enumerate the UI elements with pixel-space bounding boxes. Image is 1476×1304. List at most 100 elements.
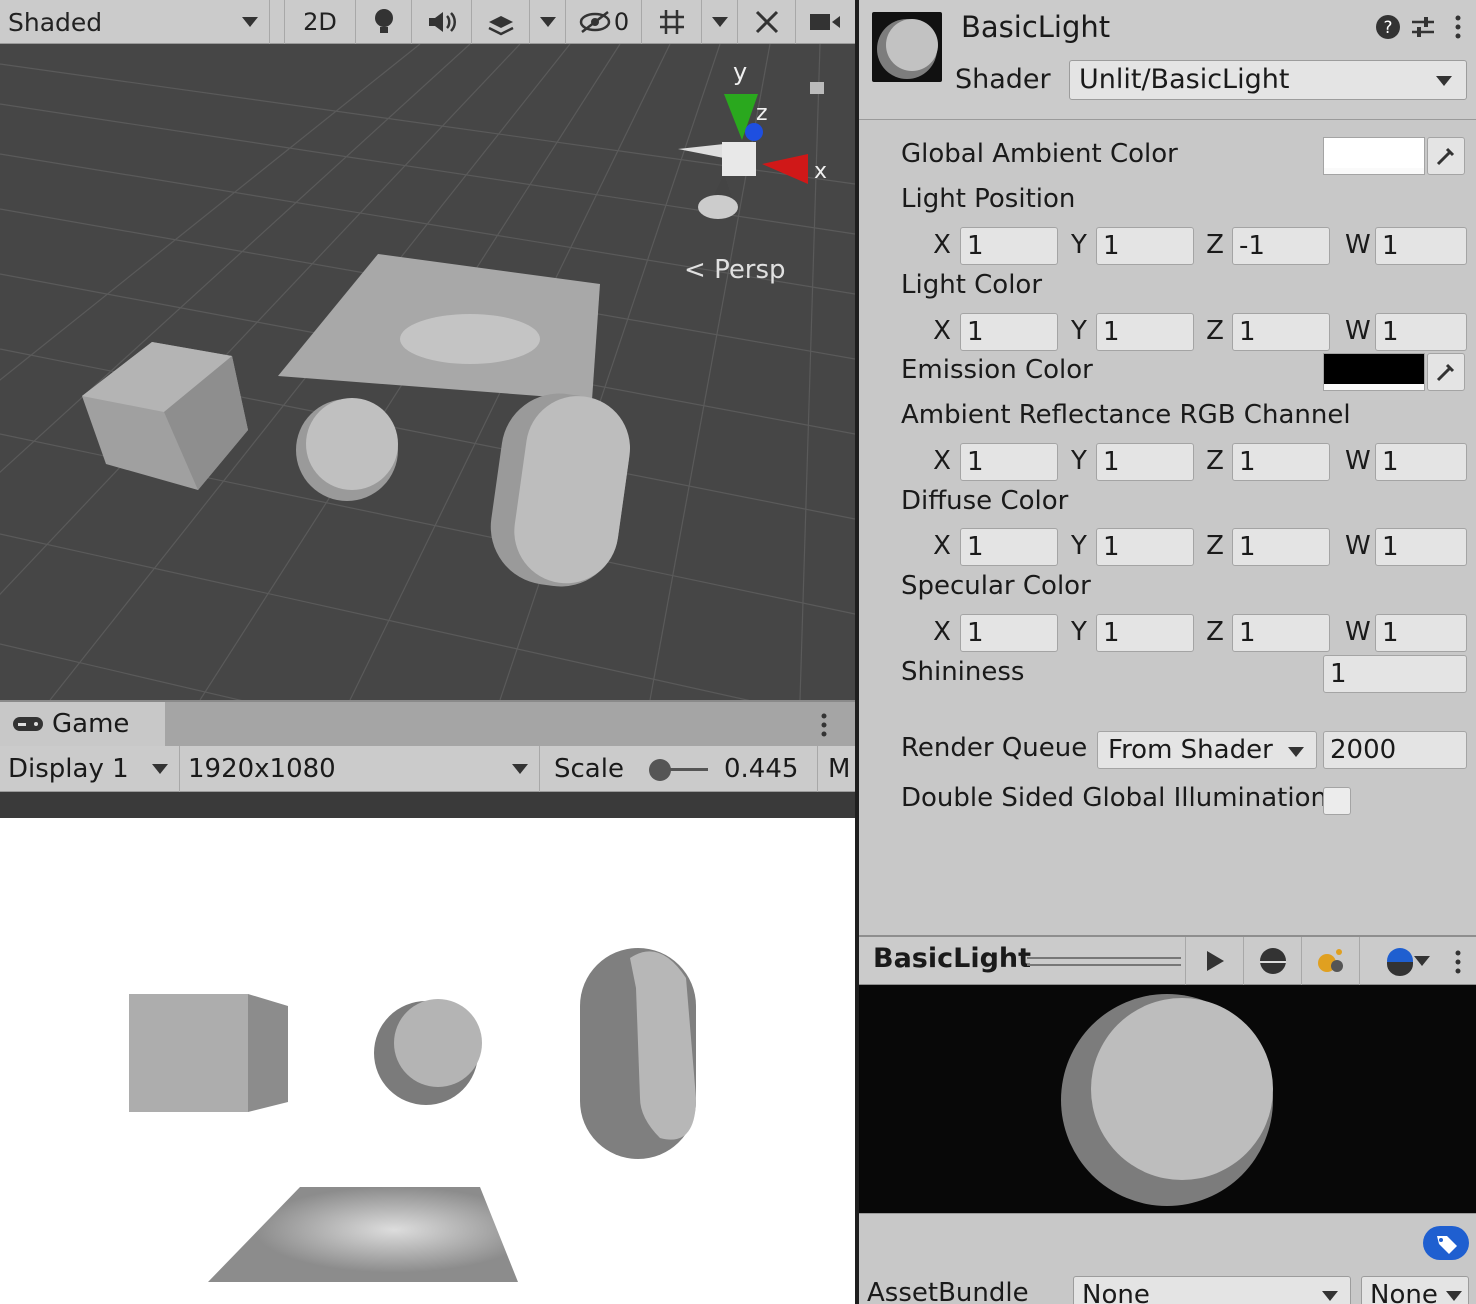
plane-object[interactable] bbox=[278, 254, 600, 400]
drag-handle[interactable] bbox=[1027, 957, 1181, 966]
light-color-y-field[interactable]: 1 bbox=[1096, 313, 1194, 351]
effects-button[interactable] bbox=[472, 0, 530, 44]
light-color-z-field[interactable]: 1 bbox=[1232, 313, 1330, 351]
preset-settings-icon[interactable] bbox=[1409, 14, 1437, 40]
eye-slash-icon bbox=[579, 11, 611, 33]
diffuse-color-y-field[interactable]: 1 bbox=[1096, 528, 1194, 566]
diffuse-color-label: Diffuse Color bbox=[901, 486, 1069, 516]
preview-mesh-button[interactable] bbox=[1243, 937, 1301, 985]
grid-dropdown[interactable] bbox=[702, 0, 738, 44]
light-position-z-field[interactable]: -1 bbox=[1232, 227, 1330, 265]
shininess-field[interactable]: 1 bbox=[1323, 655, 1467, 693]
display-dropdown[interactable]: Display 1 bbox=[0, 746, 180, 792]
render-queue-value-field[interactable]: 2000 bbox=[1323, 731, 1467, 769]
svg-text:?: ? bbox=[1383, 18, 1392, 38]
eyedropper-button[interactable] bbox=[1427, 137, 1465, 175]
effects-dropdown[interactable] bbox=[530, 0, 566, 44]
gizmo-x-label: x bbox=[814, 159, 827, 184]
light-color-w-field[interactable]: 1 bbox=[1375, 313, 1467, 351]
gizmo-z-label: z bbox=[756, 101, 768, 126]
material-thumbnail bbox=[872, 12, 942, 82]
light-position-y-field[interactable]: 1 bbox=[1096, 227, 1194, 265]
speaker-icon bbox=[428, 12, 456, 32]
audio-toggle-button[interactable] bbox=[412, 0, 472, 44]
layers-effects-icon bbox=[487, 16, 514, 36]
maximize-toggle[interactable]: M bbox=[818, 746, 855, 792]
specular-color-z-field[interactable]: 1 bbox=[1232, 614, 1330, 652]
chevron-down-icon bbox=[512, 764, 528, 774]
render-queue-label: Render Queue bbox=[901, 733, 1088, 763]
tag-icon[interactable] bbox=[1423, 1226, 1469, 1260]
help-icon[interactable]: ? bbox=[1375, 14, 1401, 40]
y-label: Y bbox=[1071, 617, 1087, 647]
skybox-sphere-icon bbox=[1386, 948, 1413, 976]
light-position-w-field[interactable]: 1 bbox=[1375, 227, 1467, 265]
double-sided-gi-label: Double Sided Global Illumination bbox=[901, 783, 1327, 813]
ambient-reflectance-x-field[interactable]: 1 bbox=[960, 443, 1058, 481]
lock-icon bbox=[810, 82, 824, 94]
camera-icon bbox=[809, 14, 840, 30]
w-label: W bbox=[1345, 531, 1371, 561]
scale-label: Scale bbox=[554, 754, 624, 784]
more-options-icon[interactable] bbox=[818, 712, 830, 738]
grid-icon bbox=[659, 10, 684, 34]
game-letterbox bbox=[0, 792, 855, 818]
more-options-icon[interactable] bbox=[1453, 949, 1463, 975]
specular-color-w-field[interactable]: 1 bbox=[1375, 614, 1467, 652]
sphere-mesh-icon bbox=[1259, 948, 1286, 974]
hidden-objects-button[interactable]: 0 bbox=[566, 0, 642, 44]
material-name: BasicLight bbox=[961, 10, 1111, 44]
eyedropper-button[interactable] bbox=[1427, 353, 1465, 391]
preview-lighting-button[interactable] bbox=[1301, 937, 1359, 985]
resolution-dropdown[interactable]: 1920x1080 bbox=[180, 746, 540, 792]
tools-button[interactable] bbox=[738, 0, 796, 44]
preview-background-dropdown[interactable] bbox=[1359, 937, 1439, 985]
emission-color-swatch[interactable] bbox=[1323, 353, 1425, 391]
scene-canvas[interactable]: y z x < Persp bbox=[0, 44, 855, 700]
light-color-x-field[interactable]: 1 bbox=[960, 313, 1058, 351]
lighting-toggle-button[interactable] bbox=[356, 0, 412, 44]
global-ambient-color-swatch[interactable] bbox=[1323, 137, 1425, 175]
game-cube bbox=[129, 994, 288, 1112]
game-sphere bbox=[374, 999, 482, 1105]
draw-mode-dropdown[interactable]: Shaded bbox=[0, 0, 270, 44]
lighting-icon bbox=[1317, 949, 1343, 972]
emission-color-fill bbox=[1324, 354, 1424, 384]
assetbundle-name-dropdown[interactable]: None bbox=[1073, 1276, 1351, 1304]
sphere-object[interactable] bbox=[296, 398, 398, 501]
game-canvas[interactable] bbox=[0, 818, 855, 1304]
ambient-reflectance-y-field[interactable]: 1 bbox=[1096, 443, 1194, 481]
ambient-reflectance-z-field[interactable]: 1 bbox=[1232, 443, 1330, 481]
double-sided-gi-checkbox[interactable] bbox=[1323, 787, 1351, 815]
material-preview-canvas[interactable] bbox=[859, 985, 1476, 1213]
camera-button[interactable] bbox=[796, 0, 855, 44]
diffuse-color-z-field[interactable]: 1 bbox=[1232, 528, 1330, 566]
cube-object[interactable] bbox=[82, 342, 248, 490]
specular-color-y-field[interactable]: 1 bbox=[1096, 614, 1194, 652]
light-position-x-field[interactable]: 1 bbox=[960, 227, 1058, 265]
projection-toggle[interactable]: < Persp bbox=[684, 255, 786, 285]
scale-slider-thumb[interactable] bbox=[649, 759, 671, 781]
diffuse-color-x-field[interactable]: 1 bbox=[960, 528, 1058, 566]
assetbundle-variant-dropdown[interactable]: None bbox=[1361, 1276, 1469, 1304]
display-label: Display 1 bbox=[8, 754, 129, 784]
orientation-gizmo[interactable]: y z x bbox=[678, 58, 827, 219]
specular-color-label: Specular Color bbox=[901, 571, 1091, 601]
play-preview-button[interactable] bbox=[1185, 937, 1243, 985]
diffuse-color-w-field[interactable]: 1 bbox=[1375, 528, 1467, 566]
more-options-icon[interactable] bbox=[1453, 14, 1463, 40]
tab-game[interactable]: Game bbox=[0, 702, 165, 746]
ambient-reflectance-w-field[interactable]: 1 bbox=[1375, 443, 1467, 481]
render-queue-dropdown[interactable]: From Shader bbox=[1097, 731, 1317, 769]
specular-color-x-field[interactable]: 1 bbox=[960, 614, 1058, 652]
tools-icon bbox=[755, 10, 778, 34]
shininess-label: Shininess bbox=[901, 657, 1025, 687]
grid-button[interactable] bbox=[642, 0, 702, 44]
shader-dropdown[interactable]: Unlit/BasicLight bbox=[1069, 60, 1467, 100]
2d-toggle-button[interactable]: 2D bbox=[284, 0, 356, 44]
scale-control: Scale 0.445 bbox=[540, 746, 818, 792]
emission-color-label: Emission Color bbox=[901, 355, 1093, 385]
preview-title: BasicLight bbox=[873, 943, 1032, 974]
ambient-reflectance-label: Ambient Reflectance RGB Channel bbox=[901, 400, 1351, 430]
w-label: W bbox=[1345, 617, 1371, 647]
